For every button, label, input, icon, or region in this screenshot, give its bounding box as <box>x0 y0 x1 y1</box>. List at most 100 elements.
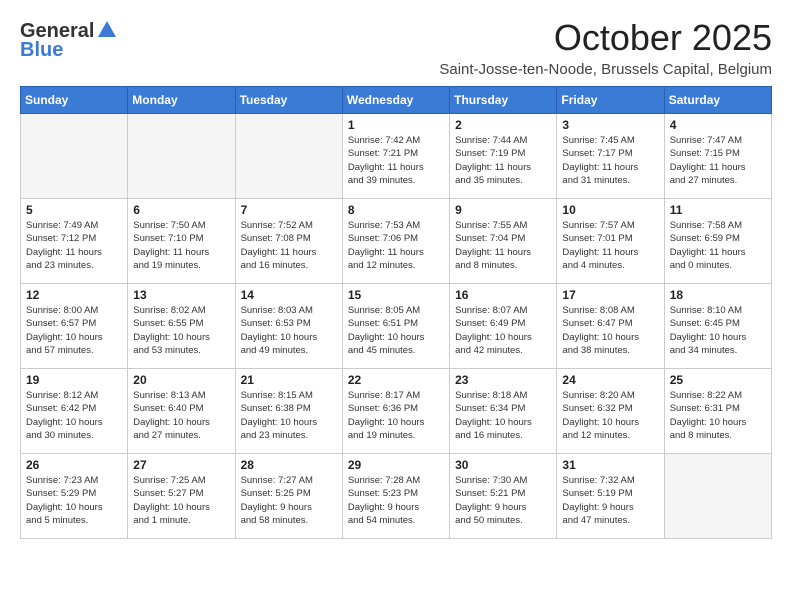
day-header-thursday: Thursday <box>450 87 557 114</box>
calendar-table: SundayMondayTuesdayWednesdayThursdayFrid… <box>20 86 772 539</box>
calendar-cell: 13 Sunrise: 8:02 AM Sunset: 6:55 PM Dayli… <box>128 284 235 369</box>
calendar-cell: 5 Sunrise: 7:49 AM Sunset: 7:12 PM Daylig… <box>21 199 128 284</box>
logo: General Blue <box>20 20 118 62</box>
calendar-cell: 14 Sunrise: 8:03 AM Sunset: 6:53 PM Dayli… <box>235 284 342 369</box>
calendar-cell <box>128 114 235 199</box>
day-info: Sunrise: 7:47 AM Sunset: 7:15 PM Dayligh… <box>670 134 766 187</box>
day-number: 1 <box>348 118 444 132</box>
day-info: Sunrise: 8:18 AM Sunset: 6:34 PM Dayligh… <box>455 389 551 442</box>
calendar-cell: 27 Sunrise: 7:25 AM Sunset: 5:27 PM Dayli… <box>128 454 235 539</box>
calendar-header-row: SundayMondayTuesdayWednesdayThursdayFrid… <box>21 87 772 114</box>
day-number: 25 <box>670 373 766 387</box>
day-number: 22 <box>348 373 444 387</box>
calendar-cell: 31Sunrise: 7:32 AM Sunset: 5:19 PM Dayli… <box>557 454 664 539</box>
day-info: Sunrise: 8:02 AM Sunset: 6:55 PM Dayligh… <box>133 304 229 357</box>
calendar-cell: 6 Sunrise: 7:50 AM Sunset: 7:10 PM Daylig… <box>128 199 235 284</box>
calendar-cell: 3Sunrise: 7:45 AM Sunset: 7:17 PM Daylig… <box>557 114 664 199</box>
day-info: Sunrise: 7:52 AM Sunset: 7:08 PM Dayligh… <box>241 219 337 272</box>
calendar-cell: 11 Sunrise: 7:58 AM Sunset: 6:59 PM Dayli… <box>664 199 771 284</box>
day-number: 13 <box>133 288 229 302</box>
day-number: 23 <box>455 373 551 387</box>
day-number: 21 <box>241 373 337 387</box>
calendar-cell: 8 Sunrise: 7:53 AM Sunset: 7:06 PM Daylig… <box>342 199 449 284</box>
calendar-week-row: 12Sunrise: 8:00 AM Sunset: 6:57 PM Dayli… <box>21 284 772 369</box>
day-info: Sunrise: 8:12 AM Sunset: 6:42 PM Dayligh… <box>26 389 122 442</box>
calendar-cell: 9 Sunrise: 7:55 AM Sunset: 7:04 PM Daylig… <box>450 199 557 284</box>
calendar-cell: 18 Sunrise: 8:10 AM Sunset: 6:45 PM Dayli… <box>664 284 771 369</box>
calendar-cell: 2 Sunrise: 7:44 AM Sunset: 7:19 PM Daylig… <box>450 114 557 199</box>
day-info: Sunrise: 7:49 AM Sunset: 7:12 PM Dayligh… <box>26 219 122 272</box>
calendar-cell: 10Sunrise: 7:57 AM Sunset: 7:01 PM Dayli… <box>557 199 664 284</box>
day-number: 29 <box>348 458 444 472</box>
calendar-cell: 15Sunrise: 8:05 AM Sunset: 6:51 PM Dayli… <box>342 284 449 369</box>
day-number: 12 <box>26 288 122 302</box>
day-number: 26 <box>26 458 122 472</box>
title-section: October 2025 Saint-Josse-ten-Noode, Brus… <box>118 16 772 78</box>
day-info: Sunrise: 7:27 AM Sunset: 5:25 PM Dayligh… <box>241 474 337 527</box>
day-number: 17 <box>562 288 658 302</box>
day-number: 19 <box>26 373 122 387</box>
day-number: 2 <box>455 118 551 132</box>
calendar-cell: 22 Sunrise: 8:17 AM Sunset: 6:36 PM Dayli… <box>342 369 449 454</box>
day-number: 16 <box>455 288 551 302</box>
day-number: 28 <box>241 458 337 472</box>
day-info: Sunrise: 8:07 AM Sunset: 6:49 PM Dayligh… <box>455 304 551 357</box>
calendar-cell <box>664 454 771 539</box>
day-number: 10 <box>562 203 658 217</box>
day-number: 4 <box>670 118 766 132</box>
day-info: Sunrise: 7:42 AM Sunset: 7:21 PM Dayligh… <box>348 134 444 187</box>
day-header-sunday: Sunday <box>21 87 128 114</box>
day-info: Sunrise: 8:22 AM Sunset: 6:31 PM Dayligh… <box>670 389 766 442</box>
calendar-cell: 4 Sunrise: 7:47 AM Sunset: 7:15 PM Daylig… <box>664 114 771 199</box>
day-info: Sunrise: 8:20 AM Sunset: 6:32 PM Dayligh… <box>562 389 658 442</box>
day-number: 14 <box>241 288 337 302</box>
day-number: 20 <box>133 373 229 387</box>
day-info: Sunrise: 7:44 AM Sunset: 7:19 PM Dayligh… <box>455 134 551 187</box>
day-info: Sunrise: 8:10 AM Sunset: 6:45 PM Dayligh… <box>670 304 766 357</box>
calendar-cell: 25 Sunrise: 8:22 AM Sunset: 6:31 PM Dayli… <box>664 369 771 454</box>
day-info: Sunrise: 7:23 AM Sunset: 5:29 PM Dayligh… <box>26 474 122 527</box>
day-info: Sunrise: 7:55 AM Sunset: 7:04 PM Dayligh… <box>455 219 551 272</box>
calendar-cell: 30Sunrise: 7:30 AM Sunset: 5:21 PM Dayli… <box>450 454 557 539</box>
calendar-cell: 24 Sunrise: 8:20 AM Sunset: 6:32 PM Dayli… <box>557 369 664 454</box>
day-info: Sunrise: 7:53 AM Sunset: 7:06 PM Dayligh… <box>348 219 444 272</box>
day-number: 6 <box>133 203 229 217</box>
day-number: 8 <box>348 203 444 217</box>
calendar-cell: 19 Sunrise: 8:12 AM Sunset: 6:42 PM Dayli… <box>21 369 128 454</box>
day-number: 27 <box>133 458 229 472</box>
calendar-cell: 23 Sunrise: 8:18 AM Sunset: 6:34 PM Dayli… <box>450 369 557 454</box>
day-info: Sunrise: 8:08 AM Sunset: 6:47 PM Dayligh… <box>562 304 658 357</box>
day-info: Sunrise: 7:50 AM Sunset: 7:10 PM Dayligh… <box>133 219 229 272</box>
day-info: Sunrise: 7:58 AM Sunset: 6:59 PM Dayligh… <box>670 219 766 272</box>
day-header-tuesday: Tuesday <box>235 87 342 114</box>
page-header: General Blue October 2025 Saint-Josse-te… <box>20 16 772 78</box>
month-title: October 2025 <box>118 16 772 59</box>
logo-blue-text: Blue <box>20 39 63 62</box>
calendar-week-row: 1 Sunrise: 7:42 AM Sunset: 7:21 PM Daylig… <box>21 114 772 199</box>
calendar-week-row: 19 Sunrise: 8:12 AM Sunset: 6:42 PM Dayli… <box>21 369 772 454</box>
calendar-cell: 26 Sunrise: 7:23 AM Sunset: 5:29 PM Dayli… <box>21 454 128 539</box>
day-number: 9 <box>455 203 551 217</box>
day-info: Sunrise: 8:03 AM Sunset: 6:53 PM Dayligh… <box>241 304 337 357</box>
day-info: Sunrise: 8:05 AM Sunset: 6:51 PM Dayligh… <box>348 304 444 357</box>
day-number: 5 <box>26 203 122 217</box>
calendar-cell: 7 Sunrise: 7:52 AM Sunset: 7:08 PM Daylig… <box>235 199 342 284</box>
calendar-cell: 12Sunrise: 8:00 AM Sunset: 6:57 PM Dayli… <box>21 284 128 369</box>
day-number: 18 <box>670 288 766 302</box>
day-info: Sunrise: 8:13 AM Sunset: 6:40 PM Dayligh… <box>133 389 229 442</box>
day-number: 11 <box>670 203 766 217</box>
day-number: 24 <box>562 373 658 387</box>
day-number: 7 <box>241 203 337 217</box>
logo-icon <box>96 19 118 41</box>
day-info: Sunrise: 7:25 AM Sunset: 5:27 PM Dayligh… <box>133 474 229 527</box>
calendar-cell: 28 Sunrise: 7:27 AM Sunset: 5:25 PM Dayli… <box>235 454 342 539</box>
day-header-wednesday: Wednesday <box>342 87 449 114</box>
day-number: 30 <box>455 458 551 472</box>
calendar-cell: 20 Sunrise: 8:13 AM Sunset: 6:40 PM Dayli… <box>128 369 235 454</box>
day-header-monday: Monday <box>128 87 235 114</box>
day-number: 3 <box>562 118 658 132</box>
day-header-friday: Friday <box>557 87 664 114</box>
day-info: Sunrise: 8:17 AM Sunset: 6:36 PM Dayligh… <box>348 389 444 442</box>
calendar-cell: 29Sunrise: 7:28 AM Sunset: 5:23 PM Dayli… <box>342 454 449 539</box>
location-title: Saint-Josse-ten-Noode, Brussels Capital,… <box>118 61 772 78</box>
